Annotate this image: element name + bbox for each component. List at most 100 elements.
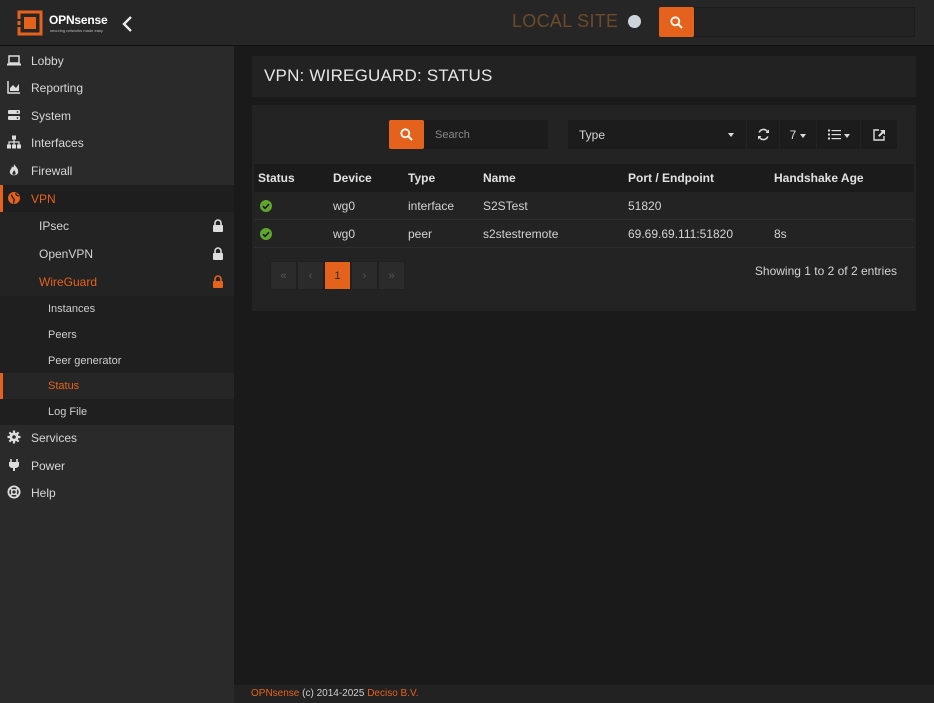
sidebar-item-label: Status [48, 380, 80, 392]
sidebar-item-status[interactable]: Status [0, 373, 234, 399]
status-grid-panel: Type 7 Status D [252, 105, 916, 311]
sidebar-item-label: Peer generator [48, 355, 122, 367]
logo-tagline: securing networks made easy [50, 28, 103, 33]
cell-type: interface [408, 199, 455, 213]
sidebar-item-label: Reporting [31, 80, 84, 95]
lock-icon [213, 275, 223, 288]
table-row[interactable]: wg0 interface S2STest 51820 [254, 192, 914, 220]
cell-endpoint: 51820 [628, 199, 662, 213]
table-header: Status Device Type Name Port / Endpoint … [254, 164, 914, 192]
sitemap-icon [7, 135, 21, 149]
column-header-name[interactable]: Name [483, 171, 516, 185]
server-icon [8, 110, 20, 120]
sidebar-item-label: Instances [48, 303, 96, 315]
cell-name: s2stestremote [483, 227, 559, 241]
opnsense-logo[interactable]: OPNsense securing networks made easy [17, 10, 109, 38]
sidebar-item-log-file[interactable]: Log File [0, 399, 234, 425]
type-filter-select[interactable]: Type [568, 120, 746, 149]
sidebar-item-lobby[interactable]: Lobby [0, 47, 234, 74]
cell-handshake: 8s [774, 227, 787, 241]
cell-endpoint: 69.69.69.111:51820 [628, 227, 733, 241]
sidebar-item-label: Interfaces [31, 135, 84, 150]
chevron-left-icon[interactable] [120, 14, 136, 34]
refresh-button[interactable] [747, 120, 779, 149]
opnsense-logo-mark [17, 10, 43, 36]
cell-type: peer [408, 227, 433, 241]
logo-text: OPNsense [49, 13, 108, 27]
sidebar-item-label: Log File [48, 406, 88, 418]
sidebar-item-label: IPsec [39, 219, 70, 233]
sidebar-item-vpn[interactable]: VPN [0, 185, 234, 212]
sidebar: Lobby Reporting System Interfaces Firewa… [0, 46, 234, 703]
status-indicator [628, 15, 641, 28]
plug-icon [9, 459, 19, 471]
cell-device: wg0 [333, 199, 356, 213]
fire-icon [9, 164, 19, 176]
pager-first-button[interactable]: « [270, 261, 297, 290]
sidebar-item-peers[interactable]: Peers [0, 322, 234, 348]
sidebar-item-wireguard[interactable]: WireGuard [0, 268, 234, 296]
sidebar-item-openvpn[interactable]: OpenVPN [0, 240, 234, 268]
sidebar-item-power[interactable]: Power [0, 452, 234, 479]
sidebar-item-label: Peers [48, 329, 77, 341]
laptop-icon [7, 55, 21, 66]
column-header-port-endpoint[interactable]: Port / Endpoint [628, 171, 714, 185]
pager-next-button[interactable]: › [351, 261, 378, 290]
share-icon [872, 128, 885, 141]
sidebar-item-firewall[interactable]: Firewall [0, 157, 234, 184]
column-selection-button[interactable] [817, 120, 860, 149]
sidebar-item-reporting[interactable]: Reporting [0, 74, 234, 101]
check-circle-icon [260, 228, 272, 240]
sidebar-item-label: Services [31, 430, 78, 445]
footer: OPNsense (c) 2014-2025 Deciso B.V. [234, 685, 934, 703]
sidebar-item-ipsec[interactable]: IPsec [0, 212, 234, 240]
page-header: VPN: WIREGUARD: STATUS [252, 56, 916, 97]
cog-icon [7, 430, 21, 444]
footer-brand-link[interactable]: OPNsense [251, 688, 299, 699]
cell-name: S2STest [483, 199, 528, 213]
sidebar-item-label: WireGuard [39, 275, 98, 289]
column-header-status[interactable]: Status [258, 171, 295, 185]
sidebar-item-help[interactable]: Help [0, 479, 234, 506]
globe-icon [8, 192, 20, 204]
footer-text: OPNsense (c) 2014-2025 Deciso B.V. [251, 688, 419, 699]
pager-prev-button[interactable]: ‹ [297, 261, 324, 290]
sidebar-item-label: System [31, 108, 72, 123]
top-search-button[interactable] [659, 7, 694, 37]
page-size-value: 7 [789, 127, 797, 142]
type-filter-value: Type [579, 128, 606, 142]
page-size-button[interactable]: 7 [780, 120, 816, 149]
grid-search-input[interactable] [424, 120, 548, 149]
grid-search-button[interactable] [389, 120, 424, 149]
table-row[interactable]: wg0 peer s2stestremote 69.69.69.111:5182… [254, 220, 914, 248]
page-title: VPN: WIREGUARD: STATUS [264, 66, 493, 85]
footer-company-link[interactable]: Deciso B.V. [367, 688, 418, 699]
column-header-device[interactable]: Device [333, 171, 372, 185]
lock-icon [213, 219, 223, 232]
life-ring-icon [7, 485, 21, 499]
sidebar-item-services[interactable]: Services [0, 424, 234, 451]
column-header-handshake-age[interactable]: Handshake Age [774, 171, 864, 185]
entries-info: Showing 1 to 2 of 2 entries [754, 264, 897, 278]
sidebar-item-interfaces[interactable]: Interfaces [0, 129, 234, 156]
sidebar-item-label: Help [31, 485, 56, 500]
sidebar-item-instances[interactable]: Instances [0, 296, 234, 322]
sidebar-item-label: Power [31, 458, 66, 473]
top-search-input[interactable] [694, 7, 915, 37]
site-name: LOCAL SITE [512, 11, 619, 31]
caret-down-icon [800, 133, 807, 138]
sidebar-item-system[interactable]: System [0, 102, 234, 129]
sidebar-item-label: OpenVPN [39, 247, 94, 261]
export-button[interactable] [861, 120, 897, 149]
pagination: « ‹ 1 › » [270, 261, 405, 291]
search-icon [400, 128, 413, 141]
sidebar-item-peer-generator[interactable]: Peer generator [0, 348, 234, 374]
footer-copyright: (c) 2014-2025 [302, 688, 365, 699]
column-header-type[interactable]: Type [408, 171, 435, 185]
sidebar-item-label: VPN [31, 191, 56, 206]
pager-last-button[interactable]: » [378, 261, 405, 290]
refresh-icon [757, 128, 769, 141]
sidebar-item-label: Firewall [31, 163, 73, 178]
sidebar-item-label: Lobby [31, 53, 64, 68]
pager-page-1-button[interactable]: 1 [324, 261, 351, 290]
